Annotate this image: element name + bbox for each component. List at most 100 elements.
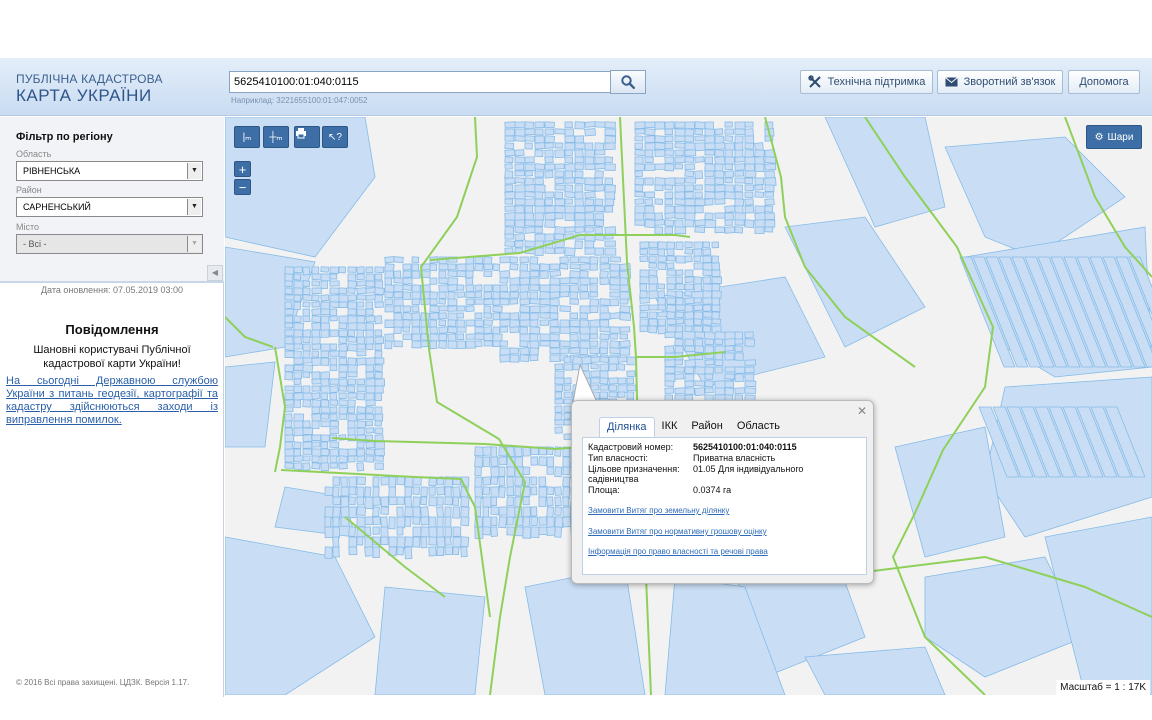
cadastral-number-value: 5625410100:01:040:0115 [693,442,797,452]
layers-button[interactable]: ⚙ Шари [1086,125,1142,149]
parcel-shape [483,291,492,299]
parcel-shape [666,283,676,290]
parcel-shape [474,284,483,292]
parcel-shape [693,255,702,263]
zoom-out-button[interactable]: − [234,179,251,195]
parcel-shape [714,359,724,367]
parcel-shape [504,247,514,254]
parcel-shape [734,373,744,383]
parcel-shape [524,240,536,248]
parcel-shape [529,333,539,342]
print-button[interactable] [294,126,320,148]
parcel-shape [293,420,304,429]
parcel-shape [311,301,321,308]
parcel-shape [384,298,393,306]
parcel-shape [599,347,609,355]
parcel-shape [584,163,596,170]
parcel-shape [444,526,452,538]
parcel-shape [579,312,589,320]
support-button[interactable]: Технічна підтримка [800,70,933,94]
parcel-shape [311,385,321,392]
parcel-shape [724,205,736,214]
parcel-shape [546,456,555,468]
parcel-shape [380,476,390,486]
parcel-shape [574,177,586,185]
parcel-shape [293,399,302,408]
feedback-button[interactable]: Зворотний зв'язок [937,70,1063,94]
close-icon[interactable]: ✕ [857,404,867,418]
parcel-shape [734,219,745,226]
parcel-shape [590,384,600,391]
parcel-shape [634,205,646,215]
tab-region[interactable]: Область [730,417,787,437]
parcel-shape [569,340,580,349]
ownership-value: Приватна власність [693,453,776,463]
parcel-shape [428,546,437,557]
parcel-shape [744,184,755,191]
parcel-shape [639,311,648,319]
parcel-shape [569,277,579,285]
parcel-shape [428,496,438,507]
parcel-shape [702,290,713,300]
parcel-shape [604,177,613,185]
parcel-shape [452,526,462,537]
parcel-shape [524,191,537,198]
parcel-shape [554,526,563,538]
order-parcel-extract-link[interactable]: Замовити Витяг про земельну ділянку [588,506,729,515]
parcel-shape [465,319,476,327]
ownership-info-link[interactable]: Інформація про право власності та речові… [588,547,768,556]
parcel-shape [402,326,410,333]
parcel-shape [420,486,428,498]
parcel-shape [412,526,422,537]
parcel-shape [372,476,380,488]
zoom-in-button[interactable]: + [234,161,251,177]
parcel-shape [634,219,645,226]
tab-ikk[interactable]: ІКК [655,417,685,437]
parcel-shape [284,455,295,463]
parcel-shape [380,536,389,546]
order-valuation-extract-link[interactable]: Замовити Витяг про нормативну грошову оц… [588,527,767,536]
parcel-shape [492,263,501,272]
parcel-shape [492,312,501,321]
measure-distance-button[interactable]: |ₘ [234,126,260,148]
parcel-shape [714,226,725,234]
parcel-shape [539,263,550,272]
parcel-shape [311,434,322,441]
help-button[interactable]: Допомога [1068,70,1140,94]
parcel-shape [599,263,611,270]
identify-button[interactable]: ↖? [322,126,348,148]
parcel-shape [704,191,716,200]
parcel-shape [365,364,375,373]
parcel-shape [404,516,412,527]
parcel-shape [711,241,720,249]
tab-parcel[interactable]: Ділянка [599,417,655,437]
parcel-shape [574,205,586,214]
chevron-down-icon: ▼ [187,236,201,252]
notice-link[interactable]: На сьогодні Державною службою України з … [6,375,218,427]
parcel-shape [704,170,715,177]
parcel-shape [374,301,384,308]
parcel-shape [734,121,746,130]
parcel-shape [609,347,621,355]
parcel-shape [320,308,331,316]
district-select[interactable]: САРНЕНСЬКИЙ ▼ [16,197,203,217]
parcel-shape [474,326,485,334]
tab-district[interactable]: Район [684,417,729,437]
search-button[interactable] [610,70,646,94]
parcel-shape [365,273,375,283]
parcel-shape [704,184,716,193]
city-select[interactable]: - Всі - ▼ [16,234,203,254]
parcel-shape [338,392,347,399]
parcel-shape [584,205,596,213]
search-input[interactable] [229,71,611,93]
parcel-shape [754,163,765,173]
collapse-sidebar-button[interactable]: ◀ [207,265,223,281]
parcel-shape [549,291,561,299]
region-select[interactable]: РІВНЕНСЬКА ▼ [16,161,203,181]
parcel-shape [452,486,461,498]
parcel-shape [693,304,704,311]
parcel-shape [559,326,572,334]
parcel-shape [374,392,383,402]
measure-area-button[interactable]: ┼ₘ [263,126,289,148]
parcel-shape [579,256,591,264]
